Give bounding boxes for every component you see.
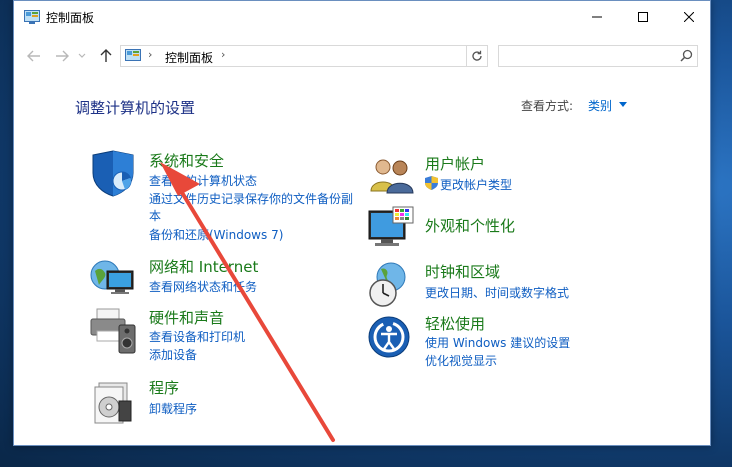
maximize-button[interactable] xyxy=(620,1,666,33)
link-change-account-type[interactable]: 更改帐户类型 xyxy=(440,176,512,193)
link-add-device[interactable]: 添加设备 xyxy=(149,346,197,363)
ease-of-access-icon[interactable] xyxy=(367,313,415,361)
category-title-appearance[interactable]: 外观和个性化 xyxy=(425,215,515,236)
recent-locations-button[interactable] xyxy=(76,47,88,65)
category-user-accounts: 用户帐户 更改帐户类型 xyxy=(367,153,667,201)
view-by-label: 查看方式: xyxy=(521,99,574,113)
control-panel-icon xyxy=(125,49,141,61)
network-globe-icon[interactable] xyxy=(89,255,137,303)
category-hardware-sound: 硬件和声音 查看设备和打印机 添加设备 xyxy=(89,307,379,367)
chevron-down-icon[interactable] xyxy=(619,102,627,107)
programs-icon[interactable] xyxy=(89,377,137,425)
refresh-button[interactable] xyxy=(466,46,487,66)
maximize-icon xyxy=(638,12,648,22)
arrow-up-icon xyxy=(100,49,112,62)
category-appearance: 外观和个性化 xyxy=(367,205,667,253)
arrow-left-icon xyxy=(27,50,40,62)
category-title-user-accounts[interactable]: 用户帐户 xyxy=(425,153,485,174)
page-title: 调整计算机的设置 xyxy=(75,99,196,117)
breadcrumb-control-panel[interactable]: 控制面板 xyxy=(165,49,213,66)
main-content: 调整计算机的设置 查看方式: 类别 系统和安全 查看你的计算机状态 通过文件历史… xyxy=(14,73,710,447)
refresh-icon xyxy=(472,50,482,61)
close-icon xyxy=(684,12,694,22)
arrow-right-icon xyxy=(56,50,69,62)
link-devices-printers[interactable]: 查看设备和打印机 xyxy=(149,328,245,345)
address-bar[interactable]: › 控制面板 › xyxy=(120,45,488,67)
link-file-history-backup[interactable]: 通过文件历史记录保存你的文件备份副 xyxy=(149,190,353,207)
link-file-history-backup-wrap[interactable]: 本 xyxy=(149,207,161,224)
category-title-system-security[interactable]: 系统和安全 xyxy=(149,150,224,171)
users-icon[interactable] xyxy=(367,153,415,201)
category-ease-of-access: 轻松使用 使用 Windows 建议的设置 优化视觉显示 xyxy=(367,313,667,369)
window-title: 控制面板 xyxy=(46,11,95,25)
link-windows-recommended-settings[interactable]: 使用 Windows 建议的设置 xyxy=(425,334,570,351)
breadcrumb-separator[interactable]: › xyxy=(148,48,152,61)
category-title-hardware-sound[interactable]: 硬件和声音 xyxy=(149,307,224,328)
minimize-button[interactable] xyxy=(574,1,620,33)
uac-shield-icon xyxy=(425,176,438,190)
control-panel-icon xyxy=(24,10,40,24)
printer-icon[interactable] xyxy=(89,307,137,355)
back-button[interactable] xyxy=(24,47,44,65)
category-programs: 程序 卸载程序 xyxy=(89,377,379,425)
category-system-security: 系统和安全 查看你的计算机状态 通过文件历史记录保存你的文件备份副 本 备份和还… xyxy=(89,149,379,249)
link-change-date-time-format[interactable]: 更改日期、时间或数字格式 xyxy=(425,284,569,301)
shield-icon[interactable] xyxy=(89,149,137,197)
forward-button[interactable] xyxy=(52,47,72,65)
link-optimize-visual-display[interactable]: 优化视觉显示 xyxy=(425,352,497,369)
category-title-programs[interactable]: 程序 xyxy=(149,377,179,398)
up-button[interactable] xyxy=(96,47,116,65)
view-by-dropdown[interactable]: 类别 xyxy=(588,97,612,114)
breadcrumb-separator[interactable]: › xyxy=(221,48,225,61)
category-network-internet: 网络和 Internet 查看网络状态和任务 xyxy=(89,255,379,303)
category-clock-region: 时钟和区域 更改日期、时间或数字格式 xyxy=(367,261,667,309)
close-button[interactable] xyxy=(666,1,712,33)
link-uninstall-program[interactable]: 卸载程序 xyxy=(149,400,197,417)
clock-globe-icon[interactable] xyxy=(367,261,415,309)
chevron-down-icon xyxy=(78,53,86,58)
category-title-ease-of-access[interactable]: 轻松使用 xyxy=(425,313,485,334)
minimize-icon xyxy=(592,16,602,18)
search-icon xyxy=(680,49,693,62)
link-view-computer-status[interactable]: 查看你的计算机状态 xyxy=(149,172,257,189)
link-backup-restore[interactable]: 备份和还原(Windows 7) xyxy=(149,226,283,243)
category-title-clock-region[interactable]: 时钟和区域 xyxy=(425,261,500,282)
category-title-network-internet[interactable]: 网络和 Internet xyxy=(149,256,258,277)
title-bar[interactable]: 控制面板 xyxy=(14,1,710,33)
appearance-monitor-icon[interactable] xyxy=(367,205,415,253)
address-toolbar: › 控制面板 › xyxy=(14,41,710,71)
search-box[interactable] xyxy=(498,45,698,67)
control-panel-window: 控制面板 › 控制面板 › 调整计算机的设置 查看方式: 类别 系统和安全 查看… xyxy=(13,0,711,446)
link-network-status[interactable]: 查看网络状态和任务 xyxy=(149,278,257,295)
search-input[interactable] xyxy=(503,48,673,64)
